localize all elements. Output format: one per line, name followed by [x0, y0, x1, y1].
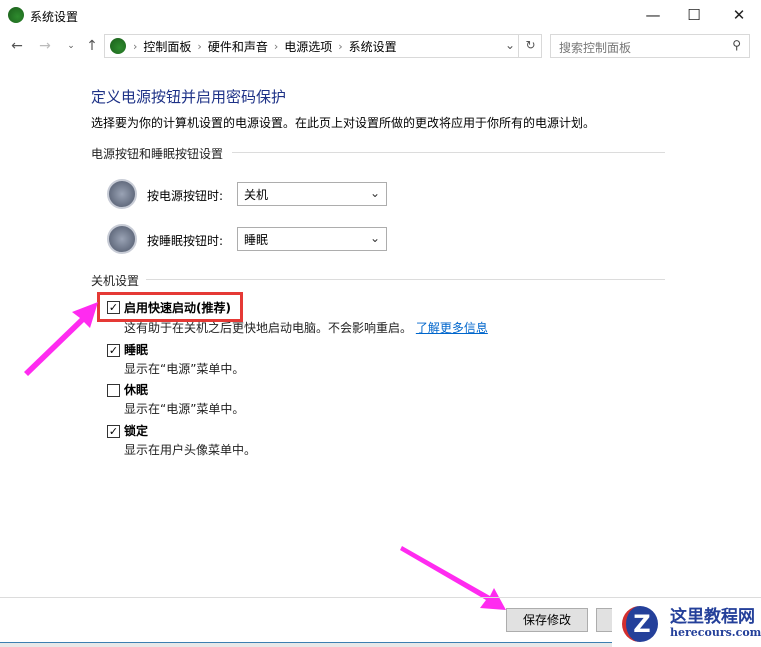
watermark-logo-icon: Z — [622, 606, 658, 642]
save-button[interactable]: 保存修改 — [506, 608, 588, 632]
footer-divider — [0, 597, 761, 598]
status-bar — [0, 642, 620, 647]
watermark-url: herecours.com — [670, 626, 761, 639]
annotation-arrows — [24, 302, 506, 610]
watermark-name: 这里教程网 — [670, 607, 755, 627]
arrow-icon — [24, 302, 98, 376]
arrow-icon — [400, 546, 506, 610]
watermark: Z 这里教程网 herecours.com — [612, 600, 761, 647]
